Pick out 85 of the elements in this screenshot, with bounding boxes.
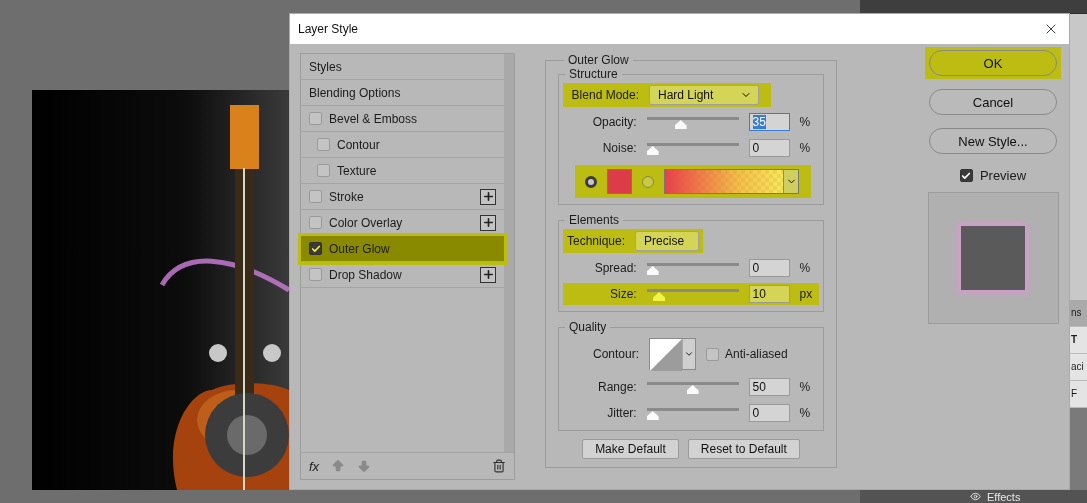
radio-button[interactable] xyxy=(642,175,654,188)
chevron-down-icon xyxy=(684,349,694,359)
checkbox[interactable] xyxy=(309,268,322,281)
value-field[interactable]: 35 xyxy=(748,113,790,131)
slider-label: Noise: xyxy=(601,140,637,156)
dialog-button[interactable]: OK xyxy=(929,50,1057,76)
item-label: Blending Options xyxy=(309,85,402,100)
group-title: Outer Glow xyxy=(567,53,630,67)
blend-mode-label: Blend Mode: xyxy=(570,87,639,103)
style-list-item[interactable]: Outer Glow xyxy=(301,236,504,262)
slider-label: Range: xyxy=(596,379,637,395)
value-field[interactable]: 0 xyxy=(748,404,790,422)
item-label: Color Overlay xyxy=(329,215,404,230)
unit-label: px xyxy=(799,287,814,301)
window-title: Layer Style xyxy=(298,22,359,36)
add-button[interactable] xyxy=(480,266,496,283)
panel-text: T xyxy=(1070,327,1087,354)
checkbox[interactable] xyxy=(309,216,322,229)
value-field[interactable]: 0 xyxy=(748,259,790,277)
fx-button[interactable]: fx xyxy=(309,458,320,474)
style-list-item[interactable]: Stroke xyxy=(301,184,504,210)
style-list-item[interactable]: Bevel & Emboss xyxy=(301,106,504,132)
anti-aliased-checkbox[interactable]: Anti-aliased xyxy=(706,347,788,361)
slider-label: Jitter: xyxy=(606,405,637,421)
group-title: Quality xyxy=(568,320,608,334)
effects-label: Effects xyxy=(987,490,1021,503)
style-list-item[interactable]: Texture xyxy=(301,158,504,184)
panel-text: ns xyxy=(1070,300,1087,327)
dialog-button[interactable]: New Style... xyxy=(929,128,1057,154)
checkbox[interactable] xyxy=(317,164,330,177)
color-swatch[interactable] xyxy=(607,169,632,194)
down-arrow-icon[interactable] xyxy=(357,459,372,473)
slider-thumb[interactable] xyxy=(646,411,659,420)
unit-label: % xyxy=(799,115,812,129)
slider-thumb[interactable] xyxy=(686,385,699,394)
trash-icon[interactable] xyxy=(492,459,506,473)
gradient-picker[interactable] xyxy=(664,169,799,194)
slider-label: Opacity: xyxy=(591,114,637,130)
value-field[interactable]: 0 xyxy=(748,139,790,157)
slider-label: Spread: xyxy=(593,260,637,276)
item-label: Styles xyxy=(309,59,343,74)
value-field[interactable]: 10 xyxy=(748,285,790,303)
blend-mode-dropdown[interactable]: Hard Light xyxy=(649,85,759,105)
slider-thumb[interactable] xyxy=(646,146,659,155)
group-title: Structure xyxy=(568,67,619,81)
value-field[interactable]: 50 xyxy=(748,378,790,396)
checkbox[interactable] xyxy=(309,242,322,255)
panel-text: F xyxy=(1070,381,1087,408)
unit-label: % xyxy=(799,261,812,275)
style-list-item[interactable]: Drop Shadow xyxy=(301,262,504,288)
dialog-button[interactable]: Cancel xyxy=(929,89,1057,115)
slider-label: Size: xyxy=(609,286,637,302)
checkbox[interactable] xyxy=(309,112,322,125)
item-label: Outer Glow xyxy=(329,241,391,256)
slider-thumb[interactable] xyxy=(646,266,659,275)
panel-text: aci xyxy=(1070,354,1087,381)
style-list-item[interactable]: Contour xyxy=(301,132,504,158)
group-title: Elements xyxy=(568,213,621,227)
technique-label: Technique: xyxy=(567,233,626,249)
check-icon xyxy=(961,170,972,181)
item-label: Contour xyxy=(337,137,381,152)
add-button[interactable] xyxy=(480,214,496,231)
unit-label: % xyxy=(799,380,812,394)
unit-label: % xyxy=(799,141,812,155)
up-arrow-icon[interactable] xyxy=(331,459,346,473)
add-button[interactable] xyxy=(480,188,496,205)
item-label: Stroke xyxy=(329,189,365,204)
preview-thumbnail xyxy=(961,226,1025,290)
technique-dropdown[interactable]: Precise xyxy=(635,231,700,251)
item-label: Drop Shadow xyxy=(329,267,403,282)
scrollbar[interactable] xyxy=(504,54,514,452)
default-button[interactable]: Reset to Default xyxy=(687,439,800,459)
checkbox[interactable] xyxy=(309,190,322,203)
radio-button[interactable] xyxy=(585,175,597,188)
default-button[interactable]: Make Default xyxy=(582,439,679,459)
eye-icon[interactable] xyxy=(970,491,981,502)
item-label: Texture xyxy=(337,163,378,178)
contour-label: Contour: xyxy=(591,346,639,362)
unit-label: % xyxy=(799,406,812,420)
preview-checkbox[interactable]: Preview xyxy=(959,168,1027,183)
checkbox[interactable] xyxy=(317,138,330,151)
slider-thumb[interactable] xyxy=(653,292,666,301)
contour-picker[interactable] xyxy=(649,338,696,370)
item-label: Bevel & Emboss xyxy=(329,111,419,126)
slider-thumb[interactable] xyxy=(674,120,687,129)
